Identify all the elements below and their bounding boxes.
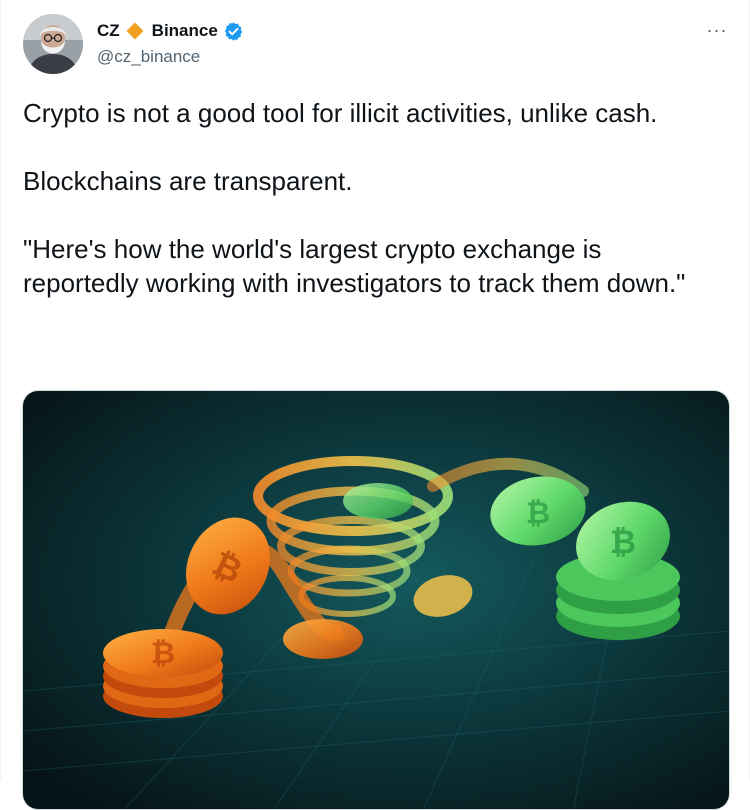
- avatar[interactable]: [23, 14, 83, 74]
- tweet-text: Crypto is not a good tool for illicit ac…: [23, 96, 723, 300]
- tweet-card: CZ Binance @cz_binance ··· Crypto is not…: [0, 0, 750, 810]
- media-card[interactable]: ₿ ₿ ₿ ₿: [22, 390, 730, 810]
- diamond-icon: [125, 21, 145, 41]
- tweet-paragraph: "Here's how the world's largest crypto e…: [23, 234, 686, 298]
- author-name-row[interactable]: CZ Binance: [97, 20, 244, 42]
- avatar-image: [23, 14, 83, 74]
- author-name-suffix[interactable]: Binance: [152, 21, 218, 41]
- crypto-coins-image: ₿ ₿ ₿ ₿: [23, 391, 729, 809]
- verified-badge-icon: [223, 21, 244, 42]
- svg-text:₿: ₿: [610, 523, 636, 561]
- author-handle[interactable]: @cz_binance: [97, 47, 200, 67]
- tweet-paragraph: Crypto is not a good tool for illicit ac…: [23, 98, 658, 128]
- author-name[interactable]: CZ: [97, 21, 120, 41]
- svg-text:₿: ₿: [526, 496, 550, 531]
- tweet-paragraph: Blockchains are transparent.: [23, 166, 353, 196]
- svg-text:₿: ₿: [151, 636, 175, 671]
- more-icon[interactable]: ···: [705, 18, 729, 42]
